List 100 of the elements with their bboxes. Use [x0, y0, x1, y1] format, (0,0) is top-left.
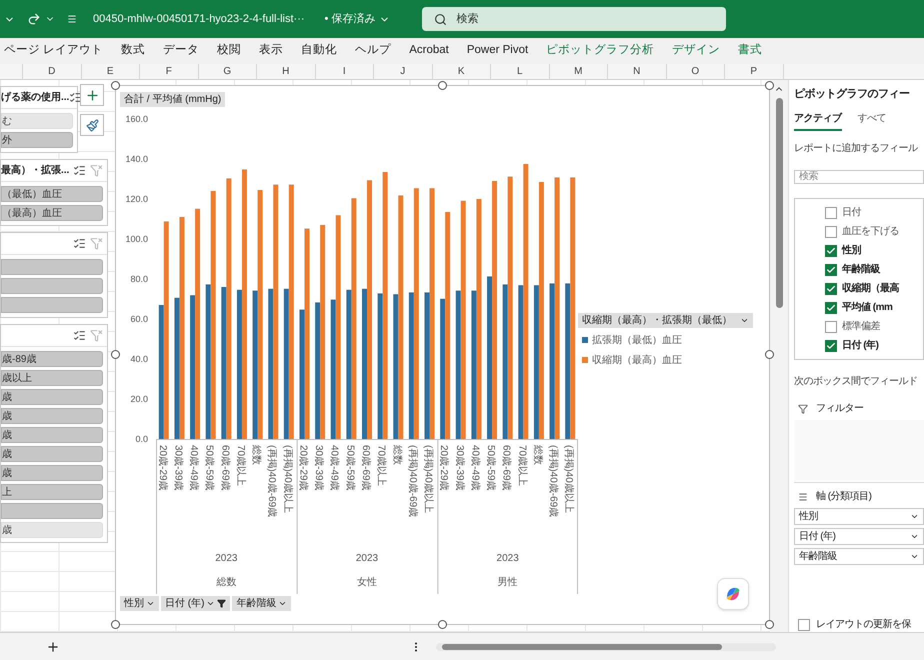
checkbox[interactable]: [825, 302, 837, 314]
checkbox[interactable]: [825, 226, 837, 238]
ribbon-tab[interactable]: データ: [163, 42, 200, 60]
field-item[interactable]: 血圧を下げる: [825, 224, 923, 240]
column-header[interactable]: M: [550, 64, 608, 79]
axis-label: 70歳以上: [376, 445, 387, 486]
slicer-item[interactable]: 歳: [1, 522, 103, 538]
axis-field-button[interactable]: 日付 (年): [161, 596, 230, 611]
ribbon-tab[interactable]: 数式: [121, 42, 146, 60]
slicer-item[interactable]: 歳-89歳: [1, 351, 103, 367]
resize-handle[interactable]: [111, 81, 120, 90]
redo-icon[interactable]: [27, 12, 41, 26]
resize-handle[interactable]: [765, 620, 774, 629]
resize-handle[interactable]: [438, 620, 447, 629]
slicer-item[interactable]: （最高）血圧: [1, 205, 103, 221]
ribbon-tab[interactable]: 校閲: [217, 42, 242, 60]
scroll-thumb[interactable]: [442, 644, 722, 650]
resize-handle[interactable]: [111, 620, 120, 629]
slicer-item[interactable]: 歳: [1, 408, 103, 424]
slicer-item[interactable]: 外: [1, 132, 73, 148]
field-item[interactable]: 性別: [825, 243, 923, 258]
slicer-item[interactable]: 歳: [1, 465, 103, 481]
ribbon-tab[interactable]: デザイン: [672, 42, 720, 60]
slicer-item[interactable]: 歳: [1, 427, 103, 443]
chart-styles-button[interactable]: [80, 114, 104, 136]
legend-field-button[interactable]: 収縮期（最高）・拡張期（最低）: [578, 312, 753, 328]
resize-handle[interactable]: [111, 350, 120, 359]
ribbon-tab[interactable]: Acrobat: [409, 42, 449, 60]
ribbon-tab[interactable]: 書式: [738, 42, 762, 60]
axis-label: (再掲)40歳-69歳: [406, 445, 418, 518]
checkbox[interactable]: [825, 340, 837, 352]
checkbox[interactable]: [825, 244, 837, 257]
checkbox[interactable]: [825, 282, 837, 295]
vertical-scrollbar[interactable]: [770, 80, 788, 632]
axis-label: 総数: [532, 445, 543, 465]
horizontal-scrollbar[interactable]: [436, 642, 776, 650]
axis-label: 40歳-49歳: [328, 445, 340, 491]
axis-field-button[interactable]: 性別: [120, 596, 159, 611]
checkbox[interactable]: [798, 618, 810, 630]
resize-handle[interactable]: [765, 81, 774, 90]
column-header[interactable]: H: [257, 64, 316, 79]
column-header[interactable]: J: [374, 64, 432, 79]
field-item[interactable]: 標準偏差: [825, 319, 923, 334]
checkbox[interactable]: [825, 264, 837, 276]
slicer-item[interactable]: 上: [1, 484, 103, 500]
y-axis-label: 160.0: [125, 114, 148, 124]
slicer-item[interactable]: 歳: [1, 389, 103, 405]
checkbox[interactable]: [825, 320, 837, 333]
ribbon-tab[interactable]: 表示: [259, 42, 284, 60]
multi-select-icon[interactable]: [73, 329, 86, 342]
column-header[interactable]: G: [198, 64, 257, 79]
column-header[interactable]: P: [725, 64, 784, 79]
caret-icon: [146, 599, 155, 608]
multi-select-icon[interactable]: [73, 164, 86, 177]
axis-field-item[interactable]: 性別: [794, 508, 924, 525]
axis-label: 30歳-39歳: [454, 445, 465, 491]
field-item[interactable]: 日付: [825, 205, 923, 220]
column-header[interactable]: I: [316, 64, 374, 79]
ribbon-tab[interactable]: ヘルプ: [355, 42, 392, 60]
column-header[interactable]: N: [608, 64, 666, 79]
column-header[interactable]: K: [432, 64, 491, 79]
field-item[interactable]: 年齢階級: [825, 262, 923, 278]
slicer-item[interactable]: （最低）血圧: [1, 186, 103, 202]
field-item[interactable]: 日付 (年): [825, 338, 923, 354]
search-field[interactable]: 検索: [794, 170, 924, 184]
quick-access-icon[interactable]: [67, 14, 77, 24]
field-item[interactable]: 平均値 (mm: [825, 300, 923, 316]
axis-label: (再掲)40歳以上: [422, 445, 434, 513]
column-header[interactable]: O: [666, 64, 725, 79]
column-header[interactable]: L: [491, 64, 550, 79]
multi-select-icon[interactable]: [69, 91, 82, 104]
column-header[interactable]: E: [82, 64, 140, 79]
value-field-button[interactable]: 合計 / 平均値 (mmHg): [120, 92, 226, 107]
column-header[interactable]: F: [140, 64, 198, 79]
axis-label: 70歳以上: [234, 445, 246, 486]
slicer-item[interactable]: む: [1, 113, 73, 129]
axis-field-item[interactable]: 日付 (年): [794, 528, 924, 545]
slicer-item[interactable]: 歳以上: [1, 370, 103, 386]
multi-select-icon[interactable]: [73, 237, 86, 250]
area-title: フィルター: [816, 402, 864, 416]
scroll-thumb[interactable]: [776, 98, 782, 308]
ribbon-tab[interactable]: ページ レイアウト: [4, 42, 104, 60]
field-item[interactable]: 収縮期（最高: [825, 281, 923, 296]
axis-field-item[interactable]: 年齢階級: [794, 548, 924, 565]
ribbon-tab[interactable]: ピボットグラフ分析: [546, 42, 654, 60]
axis-field-button[interactable]: 年齢階級: [232, 596, 292, 611]
resize-handle[interactable]: [438, 81, 447, 90]
ribbon-tab[interactable]: Power Pivot: [466, 42, 528, 60]
checkbox[interactable]: [825, 206, 837, 219]
slicer-item[interactable]: 歳: [1, 446, 103, 462]
pane-tab[interactable]: アクティブ: [794, 110, 842, 130]
legend-label: 収縮期（最高）血圧: [592, 354, 682, 368]
column-header[interactable]: D: [23, 64, 82, 79]
resize-handle[interactable]: [765, 350, 774, 359]
search-field[interactable]: 検索: [422, 7, 726, 31]
ribbon-tab[interactable]: 自動化: [301, 42, 338, 60]
add-chart-element-button[interactable]: [80, 84, 104, 106]
pane-tab[interactable]: すべて: [858, 110, 886, 130]
assistant-button[interactable]: [717, 578, 749, 610]
save-status[interactable]: • 保存済み: [324, 10, 390, 28]
